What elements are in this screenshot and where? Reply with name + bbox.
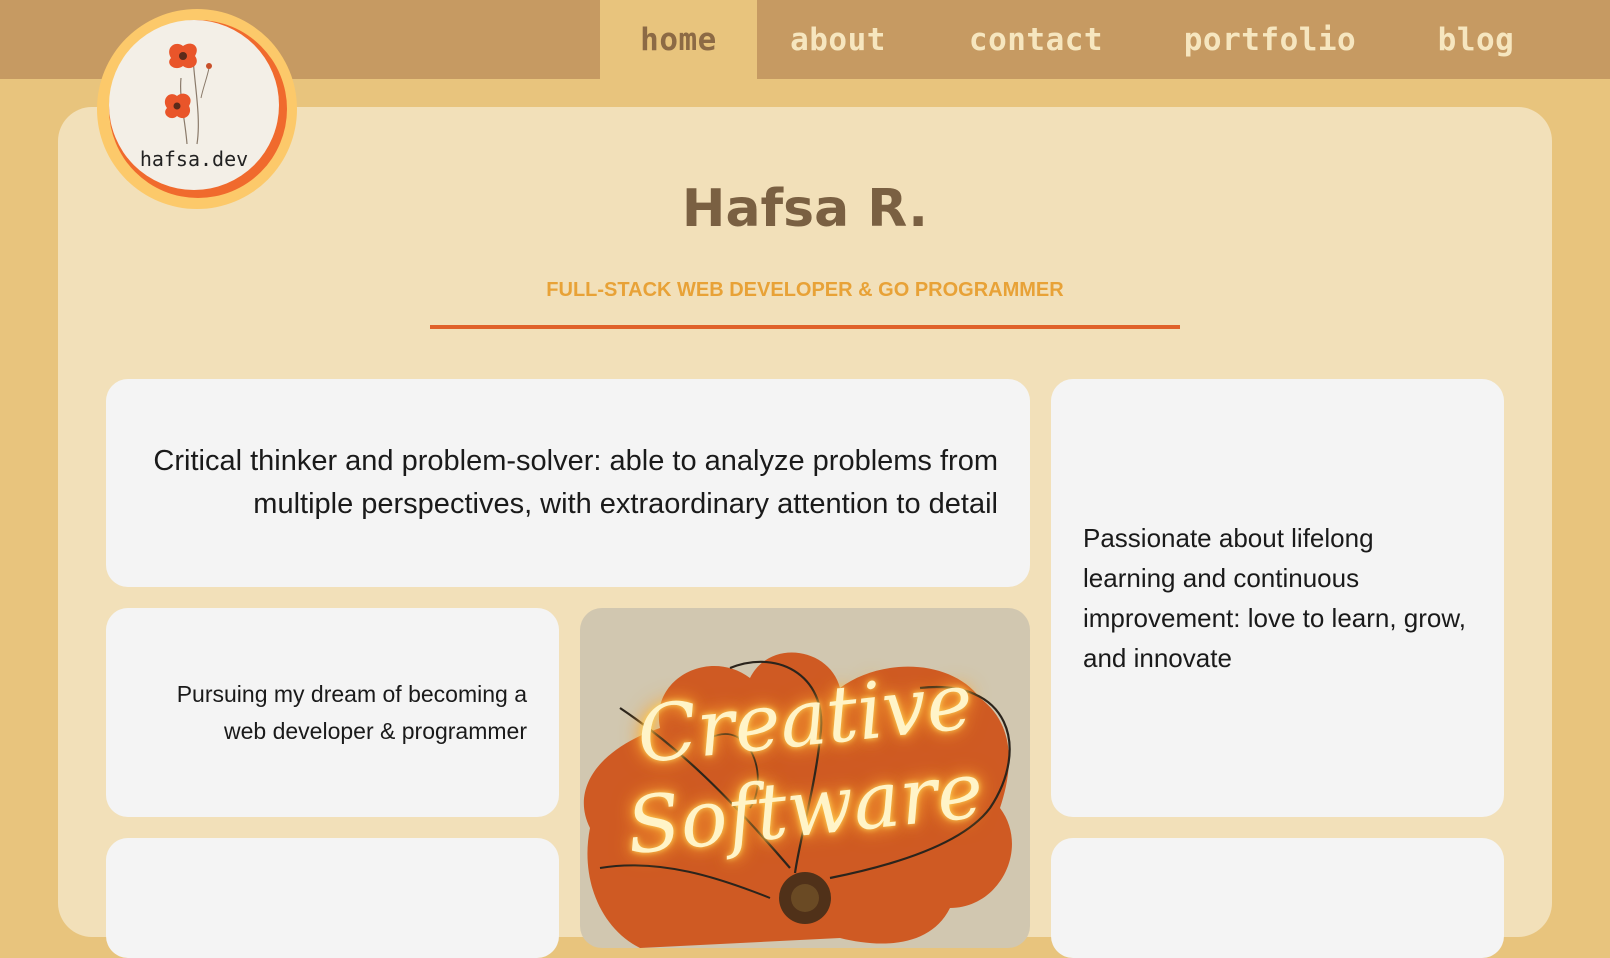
nav-blog[interactable]: blog — [1386, 0, 1566, 79]
card-critical-thinker-text: Critical thinker and problem-solver: abl… — [153, 445, 998, 520]
main-nav: home about contact portfolio blog — [600, 0, 1610, 79]
page-title: Hafsa R. — [681, 179, 929, 239]
card-dream-text: Pursuing my dream of becoming a web deve… — [176, 680, 527, 744]
card-lifelong-learning: Passionate about lifelong learning and c… — [1051, 379, 1504, 817]
logo-text: hafsa.dev — [139, 147, 249, 171]
tagline: FULL-STACK WEB DEVELOPER & GO PROGRAMMER — [546, 279, 1064, 301]
card-bottom-left — [106, 838, 559, 958]
poppy-flower-icon — [164, 43, 212, 145]
card-critical-thinker: Critical thinker and problem-solver: abl… — [106, 379, 1030, 587]
nav-contact[interactable]: contact — [918, 0, 1154, 79]
site-logo[interactable]: hafsa.dev — [97, 9, 297, 209]
nav-about[interactable]: about — [758, 0, 918, 79]
logo-badge: hafsa.dev — [109, 20, 279, 190]
nav-portfolio[interactable]: portfolio — [1154, 0, 1386, 79]
creative-software-image: Creative Software — [580, 608, 1030, 948]
nav-home[interactable]: home — [600, 0, 757, 79]
main-panel: Hafsa R. FULL-STACK WEB DEVELOPER & GO P… — [58, 107, 1552, 958]
title-divider — [430, 325, 1180, 329]
card-lifelong-learning-text: Passionate about lifelong learning and c… — [1083, 523, 1466, 673]
card-dream: Pursuing my dream of becoming a web deve… — [106, 608, 559, 817]
card-bottom-right — [1051, 838, 1504, 958]
